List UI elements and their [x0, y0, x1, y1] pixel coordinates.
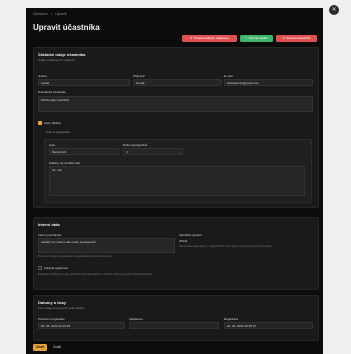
car-section-label: Auto a spolujezdci — [46, 130, 71, 134]
public-registration-checkbox[interactable] — [38, 266, 42, 270]
extra-textarea[interactable]: IG: mia — [49, 166, 305, 196]
internal-note-textarea[interactable]: zaplatil na místě podle počtu spolujezdc… — [38, 238, 175, 253]
close-icon[interactable]: ✕ — [329, 5, 339, 15]
delete-pending-label: Smazat čekající registrace — [193, 36, 229, 40]
trash-icon: ✕ — [190, 36, 193, 40]
symbol-value[interactable]: 28342 — [179, 239, 187, 243]
public-registration-label: Veřejná registrace — [44, 266, 69, 270]
internal-note-label: Interní poznámka — [38, 233, 62, 237]
dates-card: Datumy a časy Tyto údaje se generují aut… — [33, 295, 319, 341]
page-title: Upravit účastníka — [33, 23, 100, 32]
last-name-input[interactable]: Novák — [133, 79, 222, 86]
seats-value: 4 — [126, 150, 128, 154]
paid-input[interactable] — [129, 322, 219, 329]
approve-label: Potvrdit platbu — [248, 36, 268, 40]
seats-label: Počet spolujezdců — [123, 143, 148, 147]
internal-note-hint: Pouze pro účely zaměstnanců a organizáto… — [38, 255, 112, 258]
created-label: Potvrzení registrace — [38, 317, 65, 321]
note-textarea[interactable]: Mohla přijet sestřička — [38, 96, 313, 112]
basic-info-subtitle: Údaje uváděné při registraci — [38, 58, 76, 62]
delete-participant-button[interactable]: ✕Smazat účastníka — [276, 35, 317, 42]
save-button[interactable]: Uložit — [33, 344, 47, 351]
chevron-down-icon: ⌄ — [177, 150, 180, 154]
email-input[interactable]: lukasadmin@gmail.com — [224, 79, 313, 86]
dates-subtitle: Tyto údaje se generují automaticky — [38, 306, 85, 310]
car-section: Auto Škoda 022 Počet spolujezdců 4 ⌄ Odk… — [44, 139, 312, 203]
first-name-label: Jméno — [38, 74, 48, 78]
approve-payment-button[interactable]: ✓Potvrdit platbu — [240, 35, 273, 42]
note-label: Poznámka účastníka — [38, 90, 66, 94]
breadcrumb-current: Upravit — [55, 12, 67, 16]
extra-label: Odkazy na sociální sítě — [49, 161, 81, 165]
breadcrumb: Účastníci > Upravit — [33, 12, 67, 16]
car-input[interactable]: Škoda 022 — [49, 148, 119, 155]
registered-label: Registrace — [224, 317, 239, 321]
cancel-button[interactable]: Zrušit — [49, 344, 65, 351]
check-icon: ✓ — [245, 36, 248, 40]
internal-data-title: Interní data — [38, 222, 60, 227]
first-name-input[interactable]: Lukáš — [38, 79, 130, 86]
breadcrumb-separator: > — [50, 12, 53, 16]
delete-label: Smazat účastníka — [286, 36, 311, 40]
driver-checkbox[interactable] — [38, 121, 42, 125]
driver-label: Auto/ řidička — [44, 121, 61, 125]
basic-info-title: Základní údaje účastníka — [38, 52, 86, 57]
paid-label: Zaplaceno — [129, 317, 144, 321]
symbol-label: Variabilní symbol — [179, 233, 202, 237]
created-input[interactable]: 05. 06. 2023 20:15:03 — [38, 322, 125, 329]
email-label: E-mail — [224, 74, 233, 78]
internal-data-card: Interní data Interní poznámka zaplatil n… — [33, 217, 319, 290]
trash-icon: ✕ — [282, 36, 286, 40]
registered-input[interactable]: 04. 06. 2023 18:30:27 — [224, 322, 313, 329]
car-label: Auto — [49, 143, 56, 147]
breadcrumb-parent[interactable]: Účastníci — [33, 12, 47, 16]
symbol-hint: Generován automaticky z registračních čí… — [179, 245, 272, 248]
edit-participant-panel: Účastníci > Upravit Upravit účastníka ✕S… — [26, 8, 323, 354]
seats-select[interactable]: 4 ⌄ — [123, 148, 183, 155]
last-name-label: Příjmení* — [133, 74, 146, 78]
public-registration-hint: Registrace přidaná z webu, účastník bude… — [38, 273, 153, 276]
dates-title: Datumy a časy — [38, 300, 67, 305]
basic-info-card: Základní údaje účastníka Údaje uváděné p… — [33, 47, 319, 208]
delete-pending-button[interactable]: ✕Smazat čekající registrace — [182, 35, 237, 42]
